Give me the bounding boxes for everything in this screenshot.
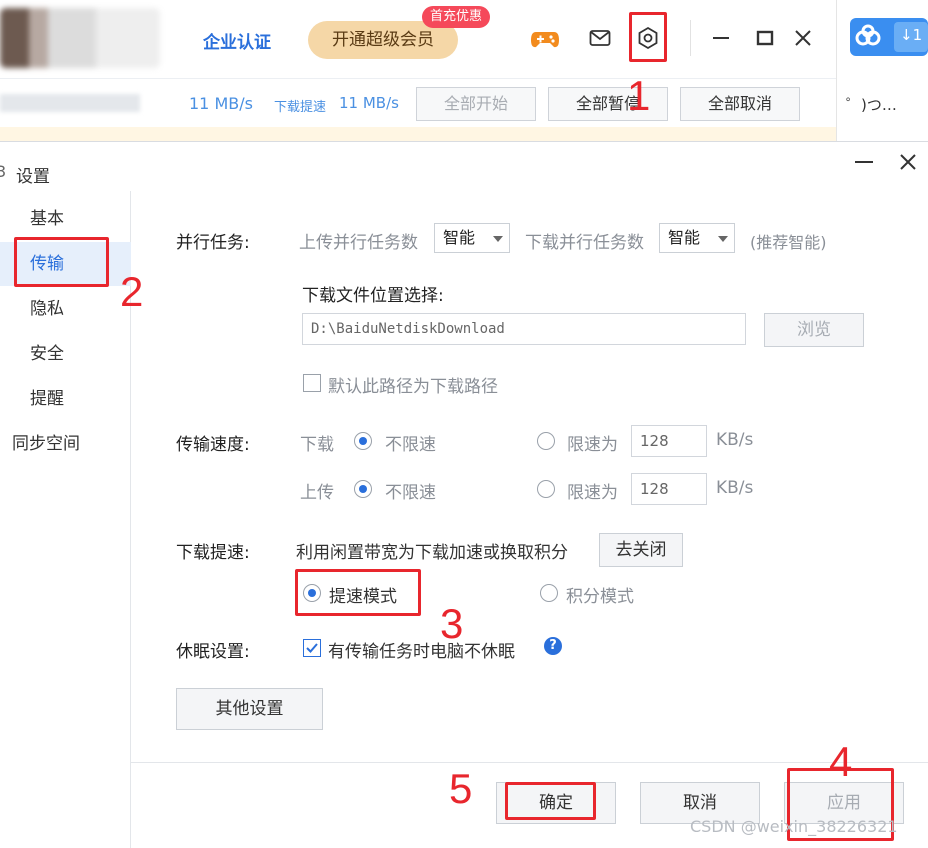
blurred-status-text (0, 94, 140, 112)
sidebar-item-basic[interactable]: 基本 (0, 197, 131, 241)
chevron-down-icon (718, 236, 728, 242)
dialog-minimize-icon[interactable] (852, 150, 876, 174)
notice-strip (0, 127, 836, 141)
settings-sidebar: 基本 传输 隐私 安全 提醒 同步空间 (0, 191, 131, 848)
annotation-box-transfer (14, 237, 109, 287)
transfer-speed-label: 传输速度: (176, 435, 250, 455)
upload-parallel-value: 智能 (443, 228, 476, 247)
enterprise-verification-link[interactable]: 企业认证 (203, 28, 271, 53)
annotation-step-3: 3 (440, 600, 464, 647)
download-limit-radio[interactable] (537, 432, 555, 450)
parallel-hint: (推荐智能) (750, 233, 827, 252)
close-icon[interactable] (788, 23, 818, 53)
annotation-box-ok (505, 782, 596, 820)
default-path-label: 默认此路径为下载路径 (328, 377, 498, 397)
upload-unlimited-label: 不限速 (385, 483, 436, 503)
settings-dialog: 3 设置 基本 传输 隐私 安全 提醒 同步空间 并行任务: 上传并行任务数 智… (0, 141, 928, 848)
dialog-title-prefix: 3 (0, 162, 7, 181)
browse-button[interactable]: 浏览 (764, 313, 864, 347)
download-limit-unit: KB/s (716, 430, 754, 450)
other-settings-button[interactable]: 其他设置 (176, 688, 323, 730)
no-sleep-label: 有传输任务时电脑不休眠 (328, 642, 515, 662)
sidebar-item-reminder[interactable]: 提醒 (0, 377, 131, 421)
download-boost-label[interactable]: 下载提速 (274, 96, 326, 115)
parallel-tasks-label: 并行任务: (176, 233, 250, 253)
background-app-window: 企业认证 开通超级会员 首充优惠 11 MB/s 下载提速 11 MB/s 全部… (0, 0, 928, 141)
annotation-box-settings (629, 12, 667, 62)
upload-limit-input[interactable]: 128 (631, 473, 707, 505)
sidebar-item-sync-space[interactable]: 同步空间 (0, 422, 131, 466)
sleep-settings-label: 休眠设置: (176, 642, 250, 662)
cancel-all-button[interactable]: 全部取消 (680, 87, 800, 121)
points-mode-radio[interactable] (540, 584, 558, 602)
maximize-icon[interactable] (750, 23, 780, 53)
download-unlimited-label: 不限速 (385, 435, 436, 455)
boost-close-button[interactable]: 去关闭 (599, 533, 683, 567)
upload-limit-label: 限速为 (567, 483, 618, 503)
toolbar-divider (690, 20, 691, 56)
download-limit-label: 限速为 (567, 435, 618, 455)
sidebar-item-privacy[interactable]: 隐私 (0, 287, 131, 331)
dialog-close-icon[interactable] (896, 150, 920, 174)
download-parallel-select[interactable]: 智能 (659, 223, 735, 253)
minimize-icon[interactable] (706, 23, 736, 53)
upload-limit-radio[interactable] (537, 480, 555, 498)
game-controller-icon[interactable] (530, 23, 560, 53)
annotation-step-4: 4 (829, 738, 853, 785)
annotation-box-speed-mode (295, 569, 421, 616)
adjacent-text: ゜)つ… (846, 96, 897, 114)
promo-badge: 首充优惠 (422, 6, 491, 28)
download-parallel-value: 智能 (668, 228, 701, 247)
mail-icon[interactable] (585, 23, 615, 53)
download-location-label: 下载文件位置选择: (302, 286, 444, 306)
download-unlimited-radio[interactable] (354, 432, 372, 450)
upload-speed-row-label: 上传 (300, 483, 334, 503)
points-mode-label: 积分模式 (566, 587, 634, 607)
watermark: CSDN @weixin_38226321 (690, 817, 898, 836)
annotation-step-1: 1 (627, 72, 651, 119)
upload-unlimited-radio[interactable] (354, 480, 372, 498)
chevron-down-icon (493, 236, 503, 242)
download-speed: 11 MB/s (339, 94, 399, 112)
download-boost-description: 利用闲置带宽为下载加速或换取积分 (296, 543, 568, 563)
download-parallel-label: 下载并行任务数 (525, 233, 644, 253)
download-limit-input[interactable]: 128 (631, 425, 707, 457)
upload-parallel-select[interactable]: 智能 (434, 223, 510, 253)
default-path-checkbox[interactable] (303, 374, 321, 392)
annotation-step-5: 5 (449, 765, 473, 812)
help-icon[interactable]: ? (544, 637, 562, 655)
baidu-cloud-widget[interactable]: ↓1 (850, 18, 928, 56)
download-boost-label: 下载提速: (176, 543, 250, 563)
download-path-field[interactable]: D:\BaiduNetdiskDownload (302, 313, 746, 345)
footer-divider (131, 762, 928, 763)
widget-count: ↓1 (900, 26, 923, 44)
start-all-button[interactable]: 全部开始 (416, 87, 536, 121)
annotation-step-2: 2 (120, 268, 144, 315)
avatar[interactable] (0, 8, 160, 68)
upload-parallel-label: 上传并行任务数 (299, 233, 418, 253)
no-sleep-checkbox[interactable] (303, 639, 321, 657)
sidebar-item-security[interactable]: 安全 (0, 332, 131, 376)
upload-speed: 11 MB/s (189, 94, 253, 113)
upload-limit-unit: KB/s (716, 478, 754, 498)
download-speed-row-label: 下载 (300, 435, 334, 455)
dialog-title: 设置 (16, 167, 50, 187)
